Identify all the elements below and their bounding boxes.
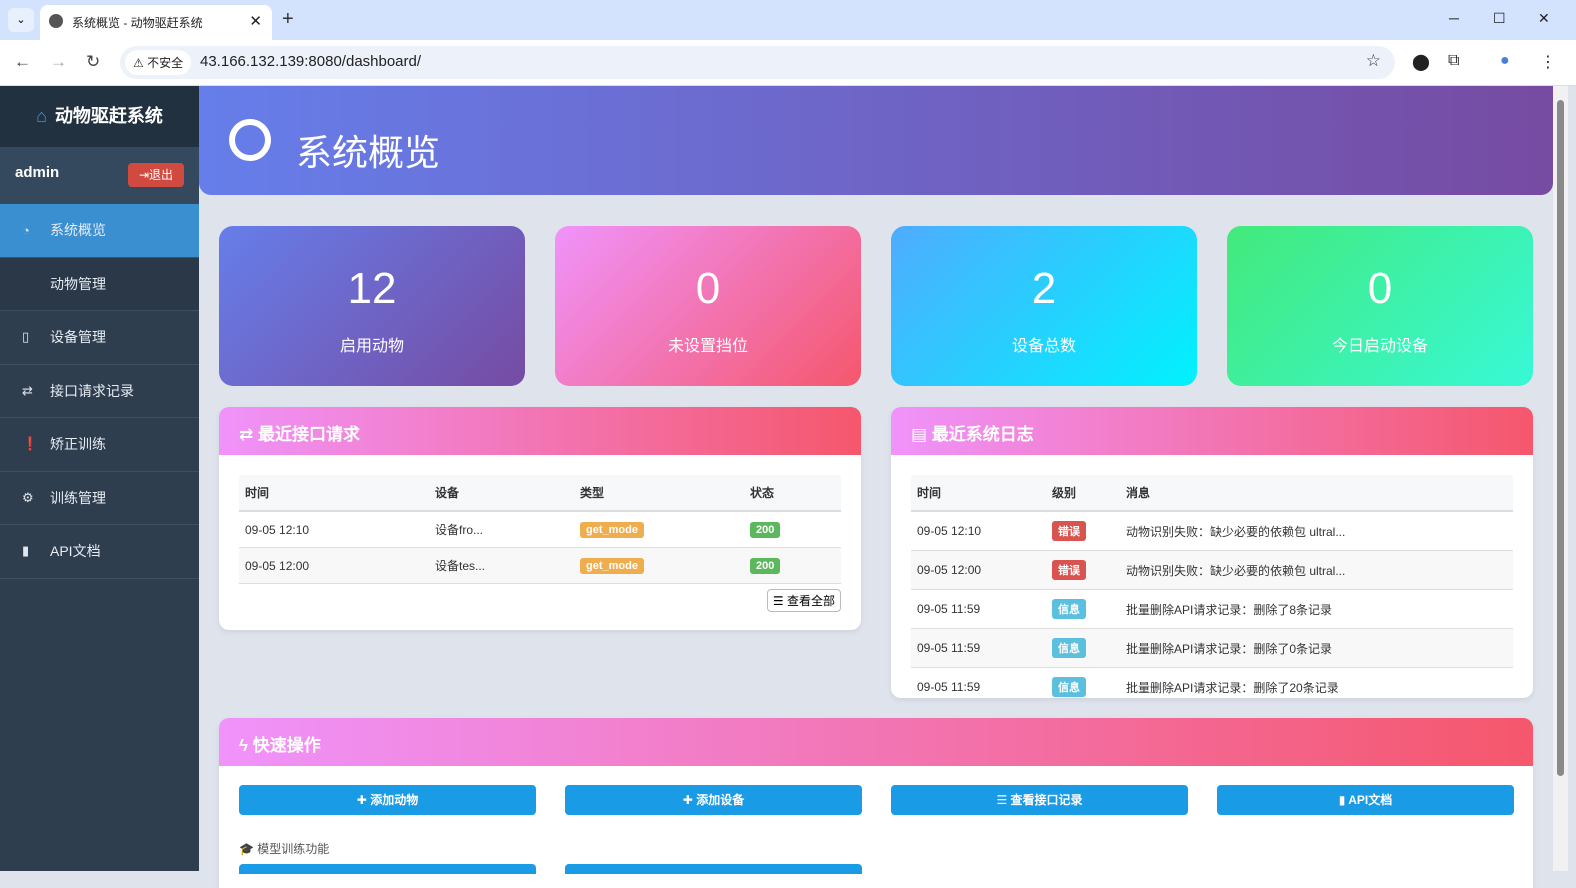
plus-icon: ✚ — [682, 793, 697, 807]
type-badge: get_mode — [580, 557, 644, 574]
url-bar[interactable]: ⚠ 不安全 43.166.132.139:8080/dashboard/ ☆ — [120, 46, 1395, 79]
gear-icon: ⚙ — [22, 489, 34, 505]
requests-table: 时间 设备 类型 状态 09-05 12:10 设备fro... get_mode 200 … — [239, 475, 841, 584]
level-badge: 信息 — [1052, 599, 1086, 619]
warning-icon: ⚠ — [133, 56, 148, 70]
type-badge: get_mode — [580, 521, 644, 538]
new-tab-button[interactable]: + — [282, 8, 294, 31]
close-tab-icon[interactable]: ✕ — [249, 12, 262, 30]
home-icon: ⌂ — [36, 106, 47, 126]
list-icon: ☰ — [996, 793, 1011, 807]
view-api-records-button[interactable]: ☰ 查看接口记录 — [891, 785, 1188, 815]
dashboard-icon: ◔ — [22, 222, 30, 238]
bolt-icon: ϟ — [239, 736, 253, 755]
stat-card-unset-gear: 0 未设置挡位 — [555, 226, 861, 386]
sign-out-icon: ⇥ — [138, 168, 150, 182]
graduation-cap-icon: 🎓 — [239, 842, 258, 856]
table-row: 09-05 11:59 信息 批量删除API请求记录：删除了8条记录 — [911, 589, 1513, 629]
status-badge: 200 — [750, 557, 781, 574]
dashboard-icon — [229, 119, 271, 161]
profile-avatar[interactable]: ● — [1500, 52, 1510, 70]
user-panel: admin ⇥退出 — [0, 147, 199, 204]
sidebar-item-training[interactable]: ⚙ 训练管理 — [0, 472, 199, 525]
bookmark-star-icon[interactable]: ☆ — [1366, 51, 1381, 71]
sidebar-item-api-docs[interactable]: ▮ API文档 — [0, 525, 199, 579]
quick-actions-panel: ϟ 快速操作 ✚ 添加动物 ✚ 添加设备 ☰ 查看接口记录 ▮ API文档 🎓 … — [219, 718, 1533, 888]
back-button[interactable]: ← — [14, 52, 31, 72]
api-docs-button[interactable]: ▮ API文档 — [1217, 785, 1514, 815]
address-bar-row: ← → ↻ ⚠ 不安全 43.166.132.139:8080/dashboar… — [0, 40, 1576, 86]
panel-header: ⇄ 最近接口请求 — [219, 407, 861, 455]
list-alt-icon: ▤ — [911, 425, 932, 444]
logs-table: 时间 级别 消息 09-05 12:10 错误 动物识别失败：缺少必要的依赖包 ultr… — [911, 475, 1513, 698]
info-icon: ❗ — [22, 436, 39, 452]
close-window-button[interactable]: ✕ — [1538, 10, 1550, 27]
stat-card-devices: 2 设备总数 — [891, 226, 1197, 386]
add-animal-button[interactable]: ✚ 添加动物 — [239, 785, 536, 815]
plus-icon: ✚ — [356, 793, 371, 807]
level-badge: 错误 — [1052, 521, 1086, 541]
recent-requests-panel: ⇄ 最近接口请求 时间 设备 类型 状态 09-05 12:10 设备fro... get… — [219, 407, 861, 630]
menu-icon[interactable]: ⋮ — [1540, 52, 1556, 72]
sidebar-item-overview[interactable]: ◔ 系统概览 — [0, 204, 199, 258]
table-row: 09-05 12:10 设备fro... get_mode 200 — [239, 511, 841, 548]
panel-header: ϟ 快速操作 — [219, 718, 1533, 766]
panel-header: ▤ 最近系统日志 — [891, 407, 1533, 455]
table-row: 09-05 12:00 设备tes... get_mode 200 — [239, 547, 841, 584]
brand[interactable]: ⌂ 动物驱赶系统 — [0, 86, 199, 147]
mobile-icon: ▯ — [22, 329, 30, 345]
forward-button[interactable]: → — [50, 52, 67, 72]
browser-tab[interactable]: 系统概览 - 动物驱赶系统 ✕ — [40, 5, 272, 40]
security-chip[interactable]: ⚠ 不安全 — [125, 50, 192, 75]
reload-button[interactable]: ↻ — [86, 52, 100, 72]
scrollbar[interactable] — [1553, 86, 1568, 871]
sidebar-item-api-requests[interactable]: ⇄ 接口请求记录 — [0, 365, 199, 418]
training-section-label: 🎓 模型训练功能 — [239, 842, 330, 856]
exchange-icon: ⇄ — [239, 425, 258, 444]
sidebar-item-correction[interactable]: ❗ 矫正训练 — [0, 418, 199, 472]
add-device-button[interactable]: ✚ 添加设备 — [565, 785, 862, 815]
page-header: 系统概览 — [199, 86, 1553, 195]
logout-button[interactable]: ⇥退出 — [128, 163, 184, 187]
tab-title: 系统概览 - 动物驱赶系统 — [72, 16, 203, 30]
recent-logs-panel: ▤ 最近系统日志 时间 级别 消息 09-05 12:10 错误 动物识别失败：缺少必要… — [891, 407, 1533, 698]
level-badge: 错误 — [1052, 560, 1086, 580]
status-badge: 200 — [750, 521, 781, 538]
table-row: 09-05 11:59 信息 批量删除API请求记录：删除了20条记录 — [911, 667, 1513, 698]
view-all-button[interactable]: ☰ 查看全部 — [766, 589, 841, 612]
scrollbar-thumb[interactable] — [1557, 100, 1564, 776]
table-row: 09-05 12:10 错误 动物识别失败：缺少必要的依赖包 ultral... — [911, 511, 1513, 551]
url-text[interactable]: 43.166.132.139:8080/dashboard/ — [200, 53, 421, 70]
exchange-icon: ⇄ — [22, 382, 33, 398]
table-row: 09-05 12:00 错误 动物识别失败：缺少必要的依赖包 ultral... — [911, 550, 1513, 590]
maximize-button[interactable]: ☐ — [1493, 10, 1506, 27]
main-content: 系统概览 12 启用动物 0 未设置挡位 2 设备总数 0 今日启动设备 ⇄ 最近接口请… — [199, 86, 1553, 888]
stat-card-today-started: 0 今日启动设备 — [1227, 226, 1533, 386]
page-title: 系统概览 — [296, 132, 441, 173]
list-icon: ☰ — [772, 594, 787, 608]
username: admin — [15, 164, 60, 181]
training-button[interactable] — [565, 864, 862, 874]
table-row: 09-05 11:59 信息 批量删除API请求记录：删除了0条记录 — [911, 628, 1513, 668]
puzzle-icon[interactable]: ⧉ — [1448, 52, 1459, 70]
book-icon: ▮ — [22, 543, 30, 559]
globe-icon — [49, 14, 63, 28]
tab-search-button[interactable]: ⌄ — [8, 8, 34, 32]
stat-card-active-animals: 12 启用动物 — [219, 226, 525, 386]
level-badge: 信息 — [1052, 638, 1086, 658]
level-badge: 信息 — [1052, 677, 1086, 697]
sidebar: ⌂ 动物驱赶系统 admin ⇥退出 ◔ 系统概览 动物管理 ▯ 设备管理 ⇄ 接口请求… — [0, 86, 199, 871]
training-button[interactable] — [239, 864, 536, 874]
sidebar-item-animals[interactable]: 动物管理 — [0, 257, 199, 311]
book-icon: ▮ — [1338, 793, 1349, 807]
sidebar-item-devices[interactable]: ▯ 设备管理 — [0, 311, 199, 365]
browser-tab-bar: ⌄ 系统概览 - 动物驱赶系统 ✕ + ─ ☐ ✕ — [0, 0, 1576, 40]
extension-icon[interactable]: ⬤ — [1412, 52, 1430, 72]
minimize-button[interactable]: ─ — [1449, 10, 1459, 26]
